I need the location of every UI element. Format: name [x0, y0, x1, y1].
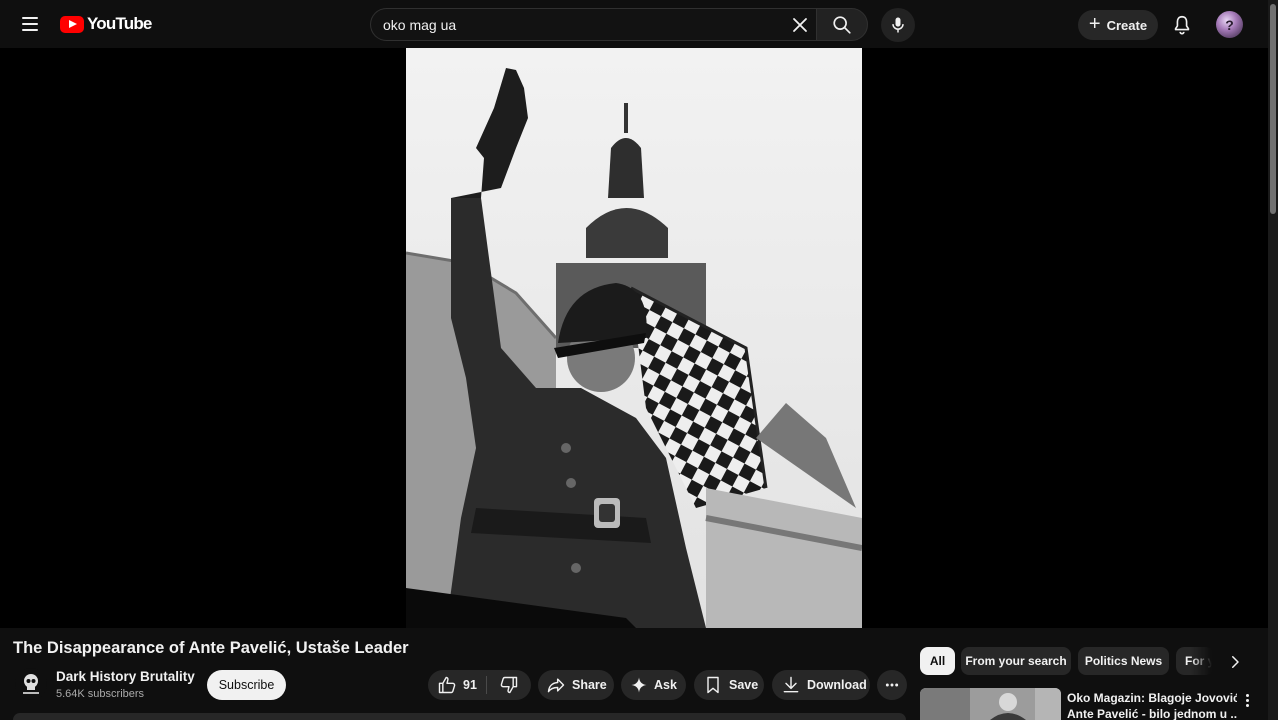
voice-search-button[interactable]: [881, 8, 915, 42]
share-icon: [547, 678, 565, 693]
chip-politics-news[interactable]: Politics News: [1078, 647, 1169, 675]
chip-for-you[interactable]: For y: [1176, 647, 1214, 675]
chevron-right-icon: [1232, 656, 1239, 668]
thumbs-down-icon: [500, 676, 518, 694]
search-icon: [833, 15, 851, 34]
like-dislike-group: 91: [428, 670, 531, 700]
bell-icon: [1174, 15, 1190, 35]
youtube-logo[interactable]: YouTube: [60, 14, 152, 34]
save-button[interactable]: Save: [694, 670, 764, 700]
share-label: Share: [572, 678, 607, 692]
channel-avatar[interactable]: [15, 668, 47, 700]
share-button[interactable]: Share: [538, 670, 614, 700]
download-icon: [783, 676, 799, 693]
video-title: The Disappearance of Ante Pavelić, Ustaš…: [13, 639, 409, 657]
like-button[interactable]: 91: [428, 670, 486, 700]
save-label: Save: [729, 678, 759, 692]
subscribe-button[interactable]: Subscribe: [207, 670, 286, 700]
search-input[interactable]: [383, 9, 773, 40]
video-still-image: [406, 48, 862, 628]
page-scrollbar[interactable]: [1268, 0, 1278, 720]
more-actions-button[interactable]: [877, 670, 907, 700]
menu-icon[interactable]: [14, 8, 46, 40]
sparkle-icon: [631, 677, 647, 693]
subscriber-count: 5.64K subscribers: [56, 688, 145, 700]
logo-text: YouTube: [87, 14, 152, 33]
chip-from-your-search[interactable]: From your search: [961, 647, 1071, 675]
create-label: Create: [1106, 17, 1148, 33]
thumbs-up-icon: [438, 676, 456, 694]
recommendation-thumbnail[interactable]: [920, 688, 1061, 720]
top-bar: YouTube + Create ?: [0, 0, 1268, 48]
more-horizontal-icon: [885, 683, 899, 687]
notifications-button[interactable]: [1168, 11, 1196, 39]
plus-icon: +: [1088, 13, 1101, 35]
channel-name[interactable]: Dark History Brutality: [56, 669, 195, 684]
ask-label: Ask: [654, 678, 677, 692]
chips-next-button[interactable]: [1224, 651, 1246, 673]
clear-search-icon[interactable]: [788, 13, 812, 37]
ask-button[interactable]: Ask: [621, 670, 686, 700]
recommendation-thumbnail-image: [920, 688, 1061, 720]
microphone-icon: [892, 17, 904, 33]
dislike-button[interactable]: [487, 670, 531, 700]
description-box[interactable]: [13, 713, 906, 720]
recommendation-title[interactable]: Oko Magazin: Blagoje Jovović i Ante Pave…: [1067, 690, 1237, 720]
like-count: 91: [463, 678, 477, 692]
youtube-play-icon: [60, 15, 84, 33]
chip-all[interactable]: All: [920, 647, 955, 675]
scrollbar-thumb[interactable]: [1270, 4, 1276, 214]
create-button[interactable]: + Create: [1078, 10, 1158, 40]
search-button[interactable]: [816, 8, 868, 41]
recommendation-title-line1: Oko Magazin: Blagoje Jovović i: [1067, 691, 1237, 705]
bookmark-icon: [707, 676, 719, 694]
recommendation-title-line2: Ante Pavelić - bilo jednom u ...: [1067, 707, 1237, 720]
download-button[interactable]: Download: [772, 670, 870, 700]
recommendation-more-icon[interactable]: [1240, 690, 1254, 710]
video-frame[interactable]: [406, 48, 862, 628]
skull-icon: [23, 674, 39, 694]
account-avatar[interactable]: ?: [1216, 11, 1243, 38]
video-player[interactable]: [0, 48, 1268, 628]
avatar-glyph: ?: [1225, 16, 1234, 33]
download-label: Download: [807, 678, 867, 692]
search-box: [370, 8, 816, 41]
